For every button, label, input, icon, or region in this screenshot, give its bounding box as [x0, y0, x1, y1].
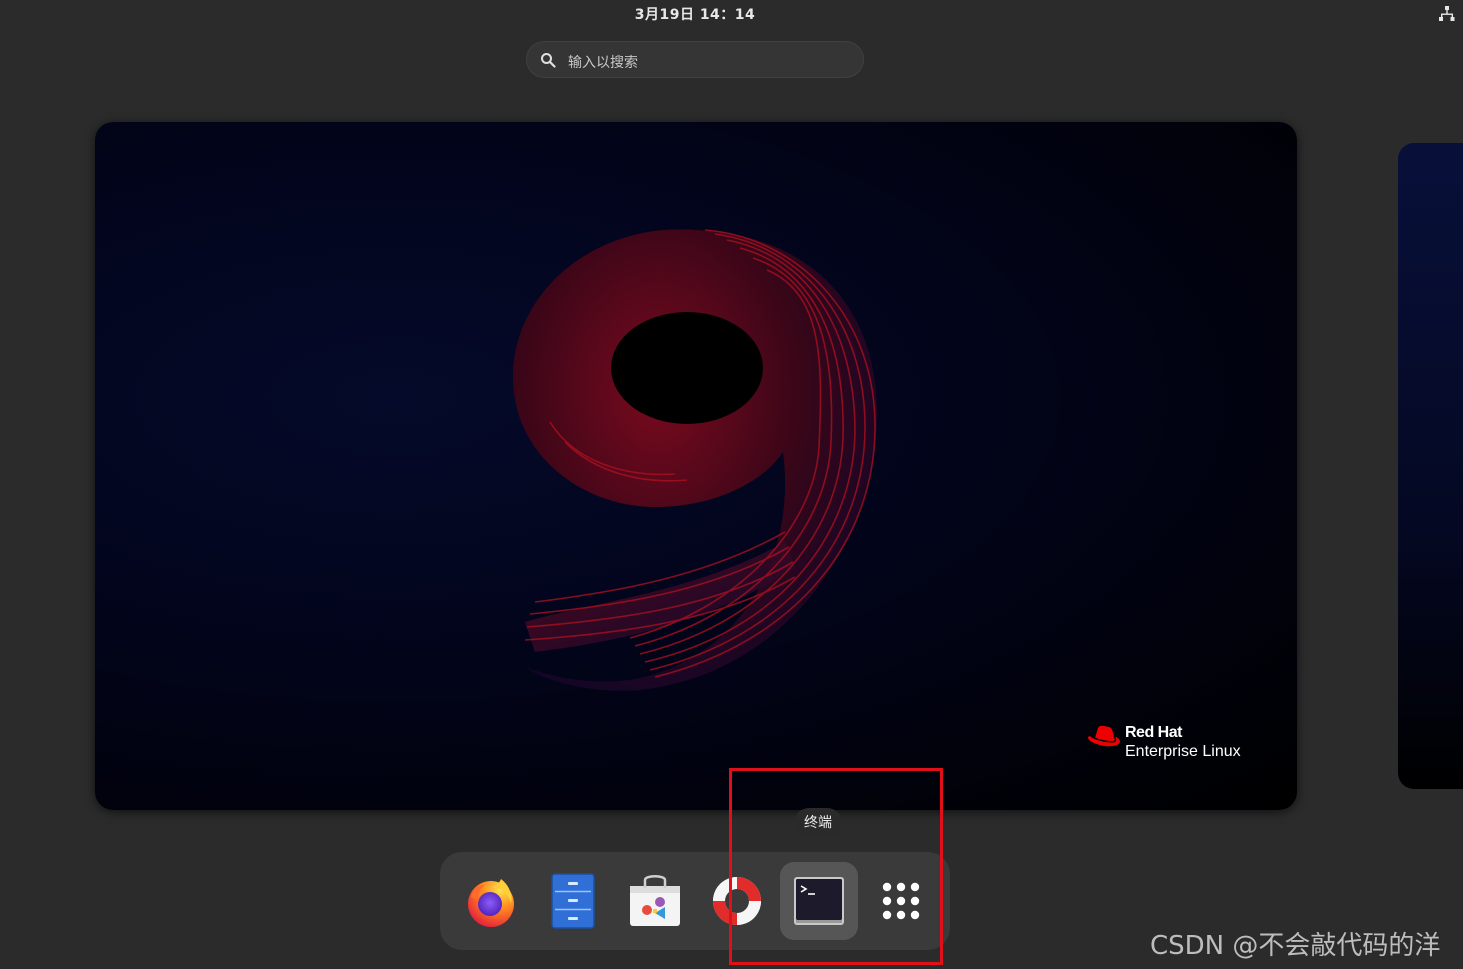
annotation-highlight-box	[729, 768, 943, 965]
files-cabinet-icon	[551, 873, 595, 929]
redhat-logo: Red Hat Enterprise Linux	[1087, 722, 1267, 770]
firefox-icon	[468, 879, 514, 927]
workspace-thumbnail-next[interactable]	[1398, 143, 1463, 789]
dock-item-software[interactable]	[616, 862, 694, 940]
redhat-hat-icon	[1088, 725, 1120, 747]
wallpaper-nine-artwork	[513, 229, 877, 691]
software-store-icon	[630, 875, 680, 926]
watermark: CSDN @不会敲代码的洋	[1150, 931, 1441, 961]
dock-item-files[interactable]	[534, 862, 612, 940]
workspace-thumbnail[interactable]: Red Hat Enterprise Linux	[95, 122, 1297, 810]
search-entry[interactable]: 输入以搜索	[526, 41, 864, 78]
top-bar: 3月19日 14：14	[0, 0, 1463, 28]
redhat-product-text: Enterprise Linux	[1125, 743, 1241, 760]
search-icon	[541, 53, 556, 68]
dock-item-firefox[interactable]	[452, 862, 530, 940]
search-placeholder: 输入以搜索	[568, 55, 638, 71]
redhat-brand-text: Red Hat	[1125, 724, 1182, 741]
network-wired-icon[interactable]	[1438, 5, 1456, 23]
clock[interactable]: 3月19日 14：14	[620, 4, 770, 24]
